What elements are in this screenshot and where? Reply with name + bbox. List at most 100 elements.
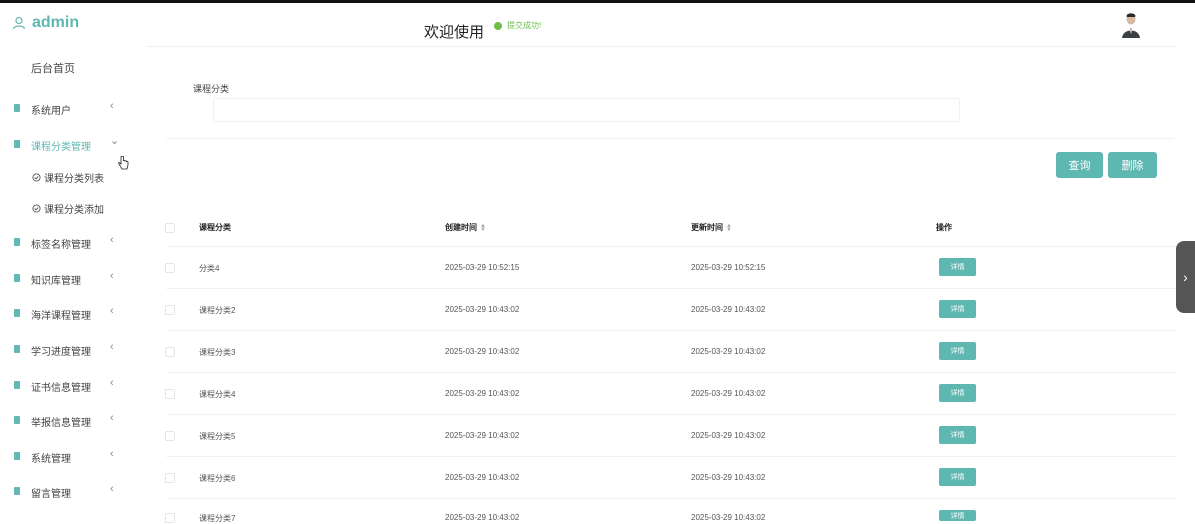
chevron-left-icon: ‹ (110, 483, 114, 495)
detail-button[interactable]: 详情 (939, 342, 976, 360)
chevron-left-icon: ‹ (110, 448, 114, 460)
cell-category: 课程分类2 (199, 306, 236, 315)
submenu-label: 课程分类列表 (44, 173, 104, 185)
circle-check-icon (32, 172, 41, 182)
query-button[interactable]: 查询 (1056, 152, 1103, 178)
brand: admin (12, 13, 79, 33)
detail-button[interactable]: 详情 (939, 468, 976, 486)
sidebar-item-course-category[interactable]: 课程分类管理 ⌄ (0, 134, 140, 154)
chevron-down-icon: ⌄ (110, 135, 120, 147)
category-search-input[interactable] (213, 98, 960, 122)
row-divider (166, 330, 1176, 331)
doc-icon (14, 381, 20, 389)
row-divider (166, 288, 1176, 289)
chevron-left-icon: ‹ (110, 341, 114, 353)
delete-button[interactable]: 删除 (1108, 152, 1157, 178)
cell-updated: 2025-03-29 10:43:02 (691, 347, 766, 356)
sidebar-item-system-users[interactable]: 系统用户 ‹ (0, 98, 140, 118)
success-toast: 提交成功! (494, 20, 541, 31)
column-header-category: 课程分类 (199, 223, 231, 232)
sidebar-item-label: 留言管理 (31, 489, 71, 500)
sidebar-item-label: 系统用户 (31, 106, 71, 117)
sort-icon[interactable]: ▲ ▼ (726, 223, 732, 233)
toast-message: 提交成功! (507, 21, 542, 30)
success-check-icon (494, 21, 502, 30)
sidebar-item-ocean-courses[interactable]: 海洋课程管理 ‹ (0, 303, 140, 323)
cell-updated: 2025-03-29 10:43:02 (691, 431, 766, 440)
row-checkbox[interactable] (165, 473, 175, 483)
doc-icon (14, 345, 20, 353)
row-divider (166, 414, 1176, 415)
row-checkbox[interactable] (165, 431, 175, 441)
detail-button[interactable]: 详情 (939, 510, 976, 521)
sidebar-item-label: 学习进度管理 (31, 347, 91, 358)
row-checkbox[interactable] (165, 305, 175, 315)
doc-icon (14, 140, 20, 148)
hand-cursor-icon (118, 156, 129, 170)
cell-created: 2025-03-29 10:52:15 (445, 263, 520, 272)
cell-created: 2025-03-29 10:43:02 (445, 389, 520, 398)
chevron-left-icon: ‹ (110, 377, 114, 389)
sidebar-subitem-category-list[interactable]: 课程分类列表 (32, 169, 104, 185)
chevron-left-icon: ‹ (110, 270, 114, 282)
cell-category: 课程分类5 (199, 432, 236, 441)
sidebar-item-reports[interactable]: 举报信息管理 ‹ (0, 410, 140, 430)
detail-button[interactable]: 详情 (939, 300, 976, 318)
row-checkbox[interactable] (165, 263, 175, 273)
row-divider (166, 456, 1176, 457)
avatar[interactable] (1120, 12, 1142, 38)
sidebar-item-messages[interactable]: 留言管理 ‹ (0, 481, 140, 501)
sidebar-item-label: 举报信息管理 (31, 418, 91, 429)
chevron-left-icon: ‹ (110, 305, 114, 317)
doc-icon (14, 238, 20, 246)
sidebar-item-label: 系统管理 (31, 454, 71, 465)
chevron-right-icon: › (1183, 269, 1188, 285)
sidebar-item-knowledge-base[interactable]: 知识库管理 ‹ (0, 268, 140, 288)
doc-icon (14, 452, 20, 460)
welcome-text: 欢迎使用 (424, 24, 485, 41)
doc-icon (14, 104, 20, 112)
sidebar-item-label: 海洋课程管理 (31, 311, 91, 322)
cell-updated: 2025-03-29 10:43:02 (691, 305, 766, 314)
row-checkbox[interactable] (165, 513, 175, 523)
user-icon (12, 16, 26, 30)
column-header-updated[interactable]: 更新时间 ▲ ▼ (691, 222, 732, 233)
doc-icon (14, 309, 20, 317)
detail-button[interactable]: 详情 (939, 258, 976, 276)
cell-category: 分类4 (199, 264, 220, 273)
sidebar-item-label: 知识库管理 (31, 276, 81, 287)
chevron-left-icon: ‹ (110, 234, 114, 246)
cell-updated: 2025-03-29 10:43:02 (691, 389, 766, 398)
doc-icon (14, 487, 20, 495)
chevron-left-icon: ‹ (110, 100, 114, 112)
detail-button[interactable]: 详情 (939, 384, 976, 402)
chevron-left-icon: ‹ (110, 412, 114, 424)
sidebar-item-learning-progress[interactable]: 学习进度管理 ‹ (0, 339, 140, 359)
sort-icon[interactable]: ▲ ▼ (480, 223, 486, 233)
sidebar-item-system-management[interactable]: 系统管理 ‹ (0, 446, 140, 466)
sidebar-item-certificates[interactable]: 证书信息管理 ‹ (0, 375, 140, 395)
doc-icon (14, 274, 20, 282)
select-all-checkbox[interactable] (165, 223, 175, 233)
cell-category: 课程分类6 (199, 474, 236, 483)
sidebar-subitem-category-add[interactable]: 课程分类添加 (32, 200, 104, 216)
cell-created: 2025-03-29 10:43:02 (445, 305, 520, 314)
sidebar-item-label: 证书信息管理 (31, 383, 91, 394)
sidebar-item-tag-names[interactable]: 标签名称管理 ‹ (0, 232, 140, 252)
sidebar-item-home[interactable]: 后台首页 (31, 60, 75, 76)
search-label: 课程分类 (193, 84, 230, 94)
row-checkbox[interactable] (165, 389, 175, 399)
column-header-created[interactable]: 创建时间 ▲ ▼ (445, 222, 486, 233)
cell-created: 2025-03-29 10:43:02 (445, 347, 520, 356)
column-header-actions: 操作 (936, 223, 952, 232)
cell-category: 课程分类4 (199, 390, 236, 399)
sidebar-item-label: 标签名称管理 (31, 240, 91, 251)
row-checkbox[interactable] (165, 347, 175, 357)
cell-created: 2025-03-29 10:43:02 (445, 431, 520, 440)
doc-icon (14, 416, 20, 424)
row-divider (166, 498, 1176, 499)
detail-button[interactable]: 详情 (939, 426, 976, 444)
cell-created: 2025-03-29 10:43:02 (445, 473, 520, 482)
row-divider (166, 372, 1176, 373)
collapse-handle[interactable]: › (1176, 241, 1195, 313)
